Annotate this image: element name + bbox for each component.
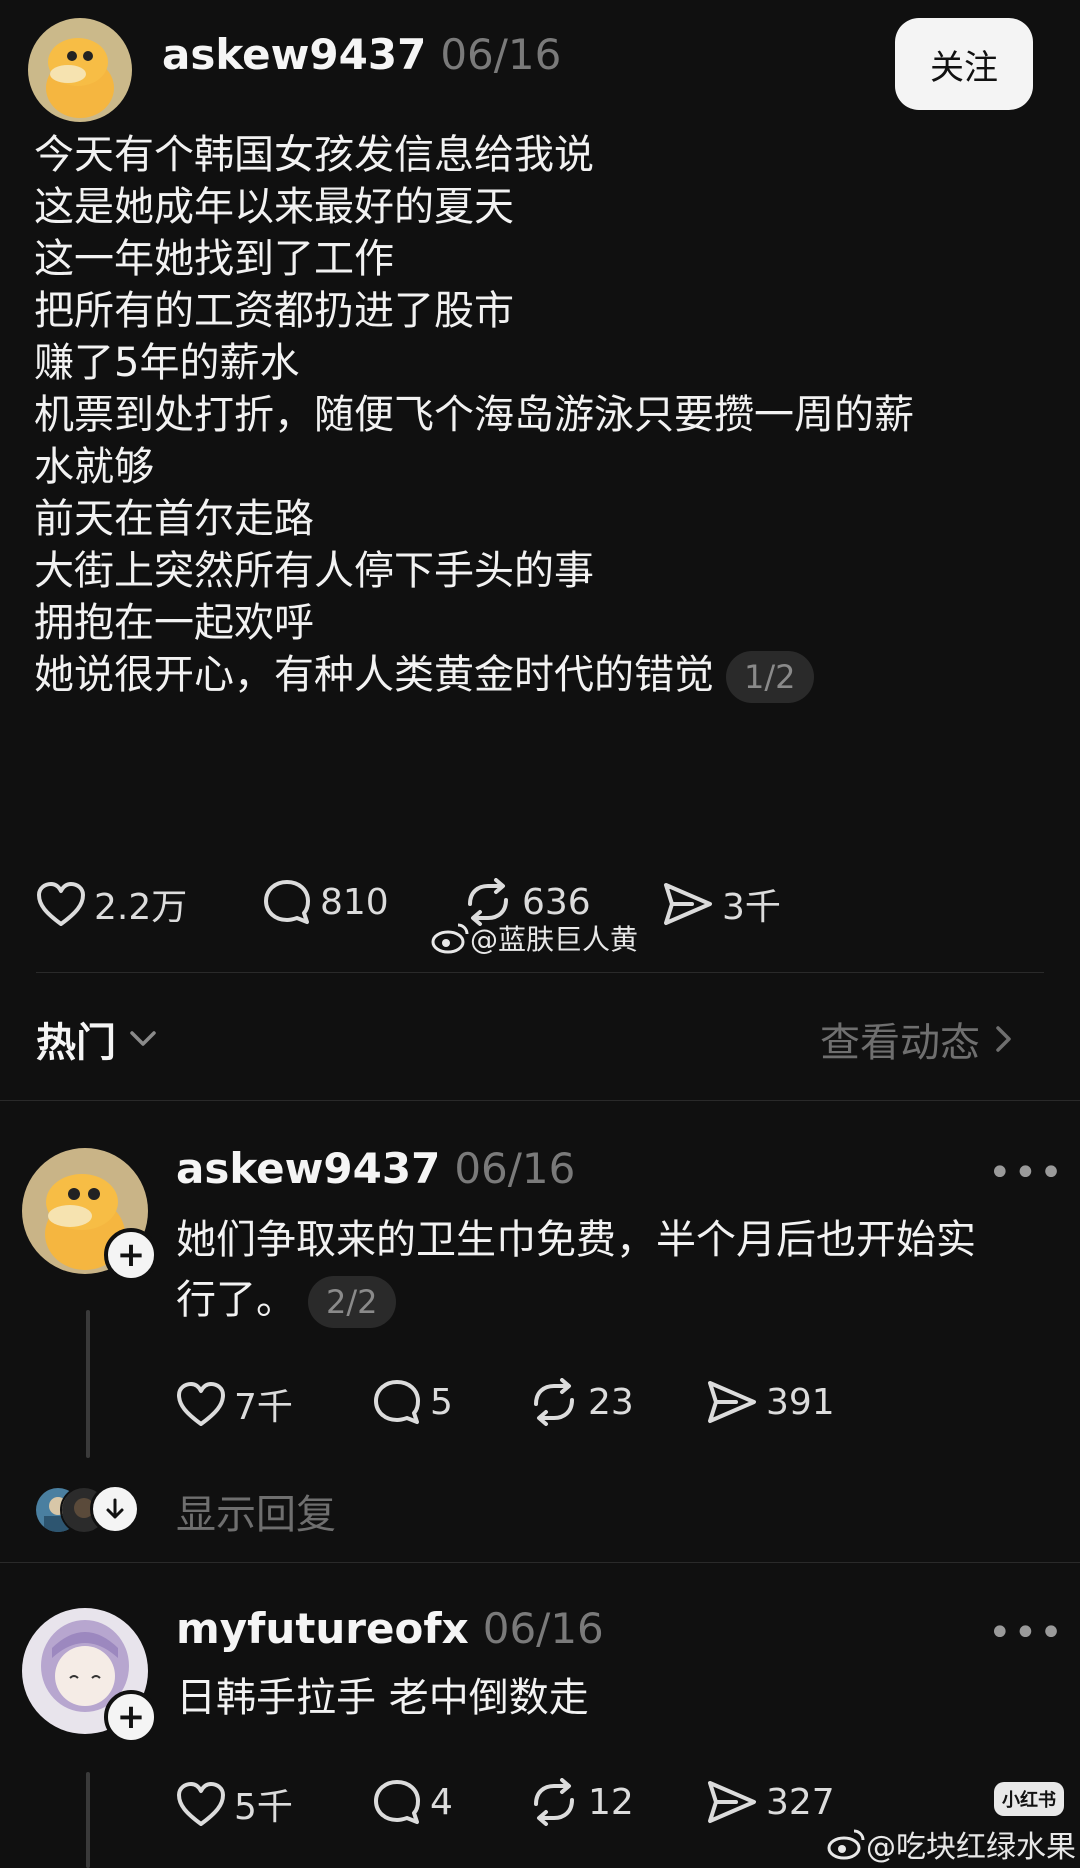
repost-count: 23 [588,1381,634,1423]
send-arrow-icon [708,1781,756,1823]
more-options-icon[interactable]: ••• [988,1610,1065,1656]
share-action[interactable]: 391 [706,1378,835,1426]
reply-pager-badge: 2/2 [308,1276,396,1328]
like-action[interactable]: 5千 [176,1778,293,1830]
heart-icon [177,1382,225,1426]
send-arrow-icon [664,883,712,925]
share-count: 327 [766,1781,835,1823]
like-count: 2.2万 [94,887,188,928]
reply-header: myfutureofx 06/16 [176,1604,604,1653]
follow-plus-button[interactable]: + [104,1690,158,1744]
reply-username[interactable]: myfutureofx [176,1604,469,1653]
watermark-weibo: @蓝肤巨人黄 [430,918,638,958]
post-text-line: 她说很开心，有种人类黄金时代的错觉 [34,652,714,698]
heart-icon [177,1782,225,1826]
share-action[interactable]: 3千 [662,878,781,930]
heart-icon [37,882,85,926]
like-action[interactable]: 7千 [176,1378,293,1430]
repost-arrows-icon [534,1778,574,1826]
comment-count: 4 [430,1781,453,1823]
comment-action[interactable]: 810 [262,878,389,926]
replier-avatars [34,1484,144,1534]
post-text-line: 机票到处打折，随便飞个海岛游泳只要攒一周的薪 [34,392,914,438]
comment-bubble-icon [374,1780,420,1824]
share-action[interactable]: 327 [706,1778,835,1826]
reply-text-line: 行了。 [176,1277,296,1323]
weibo-logo-icon [827,1829,865,1860]
follow-button[interactable]: 关注 [895,18,1033,110]
chevron-down-icon [130,1031,156,1046]
divider [0,1562,1080,1563]
reply-username[interactable]: askew9437 [176,1144,440,1193]
reply-text-line: 她们争取来的卫生巾免费，半个月后也开始实 [176,1217,976,1263]
author-header: askew9437 06/16 [162,30,561,86]
repost-arrows-icon [534,1378,574,1426]
reply-text-line-last: 行了。 2/2 [176,1270,396,1330]
post-text-line-last: 她说很开心，有种人类黄金时代的错觉 1/2 [34,644,814,706]
author-avatar[interactable] [28,18,132,122]
view-activity-link[interactable]: 查看动态 [820,1010,1016,1068]
like-action[interactable]: 2.2万 [36,878,187,930]
like-count: 5千 [234,1787,293,1828]
author-username[interactable]: askew9437 [162,30,426,79]
sort-label: 热门 [36,1020,116,1066]
view-activity-label: 查看动态 [820,1020,980,1066]
more-options-icon[interactable]: ••• [988,1150,1065,1196]
reply-header: askew9437 06/16 [176,1144,575,1193]
sort-dropdown[interactable]: 热门 [36,1010,160,1068]
send-arrow-icon [708,1381,756,1423]
arrow-down-icon [106,1498,124,1519]
watermark-text: @蓝肤巨人黄 [470,923,639,956]
reply-text-line: 日韩手拉手 老中倒数走 [176,1675,589,1721]
weibo-logo-icon [431,923,469,954]
reply-date: 06/16 [482,1604,604,1653]
watermark-weibo-bottom: @吃块红绿水果 [826,1822,1076,1866]
comment-bubble-icon [374,1380,420,1424]
divider [0,1100,1080,1101]
reply-date: 06/16 [454,1144,576,1193]
show-replies-link[interactable]: 显示回复 [176,1482,336,1540]
like-count: 7千 [234,1387,293,1428]
comment-action[interactable]: 4 [372,1778,453,1826]
share-count: 3千 [722,887,781,928]
xiaohongshu-logo: 小红书 [994,1782,1064,1816]
comment-action[interactable]: 5 [372,1378,453,1426]
repost-count: 636 [522,881,591,923]
divider [36,972,1044,973]
follow-plus-button[interactable]: + [104,1228,158,1282]
repost-action[interactable]: 12 [528,1778,634,1826]
expand-replies-button[interactable] [90,1484,140,1534]
chevron-right-icon [996,1026,1011,1052]
thread-line [86,1310,90,1458]
repost-count: 12 [588,1781,634,1823]
watermark-text: @吃块红绿水果 [866,1830,1076,1865]
share-count: 391 [766,1381,835,1423]
thread-line [86,1772,90,1868]
post-date: 06/16 [440,30,562,79]
comment-bubble-icon [264,880,310,924]
repost-action[interactable]: 23 [528,1378,634,1426]
comment-count: 810 [320,881,389,923]
comment-count: 5 [430,1381,453,1423]
post-pager-badge: 1/2 [726,651,814,703]
